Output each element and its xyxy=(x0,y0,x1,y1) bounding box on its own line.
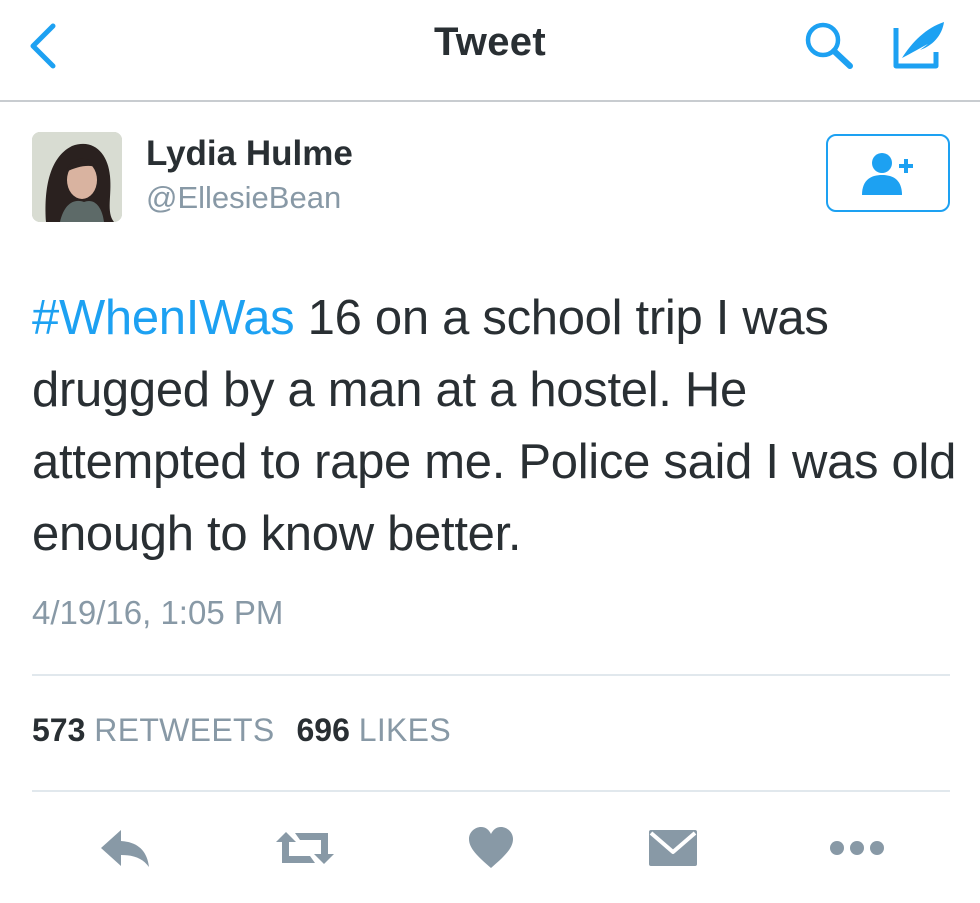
likes-label: LIKES xyxy=(358,712,451,748)
retweet-icon xyxy=(276,832,334,864)
hashtag-link[interactable]: #WhenIWas xyxy=(32,291,295,345)
likes-count: 696 xyxy=(296,712,350,748)
follow-button[interactable] xyxy=(826,134,950,212)
direct-message-button[interactable] xyxy=(638,818,708,878)
stats-row: 573 RETWEETS 696 LIKES xyxy=(32,712,451,749)
profile-photo xyxy=(32,132,122,222)
like-button[interactable] xyxy=(456,818,526,878)
retweet-button[interactable] xyxy=(270,818,340,878)
more-button[interactable] xyxy=(822,818,892,878)
compose-button[interactable] xyxy=(888,16,954,74)
divider-bottom xyxy=(32,790,950,792)
retweets-label: RETWEETS xyxy=(94,712,275,748)
heart-icon xyxy=(469,827,513,868)
search-button[interactable] xyxy=(798,18,860,74)
more-icon xyxy=(830,841,884,855)
retweets-count: 573 xyxy=(32,712,86,748)
author-name[interactable]: Lydia Hulme xyxy=(146,134,353,174)
avatar[interactable] xyxy=(32,132,122,222)
retweets-stat[interactable]: 573 RETWEETS xyxy=(32,712,274,749)
reply-button[interactable] xyxy=(90,818,160,878)
envelope-icon xyxy=(649,830,697,866)
tweet-text: #WhenIWas 16 on a school trip I was drug… xyxy=(32,282,962,570)
divider-top xyxy=(32,674,950,676)
likes-stat[interactable]: 696 LIKES xyxy=(296,712,451,749)
compose-icon xyxy=(893,22,944,69)
author-handle[interactable]: @EllesieBean xyxy=(146,180,341,216)
reply-icon xyxy=(101,830,149,867)
add-user-icon xyxy=(862,153,913,195)
search-icon xyxy=(805,22,853,69)
timestamp: 4/19/16, 1:05 PM xyxy=(32,594,284,631)
navigation-bar: Tweet xyxy=(0,0,980,102)
